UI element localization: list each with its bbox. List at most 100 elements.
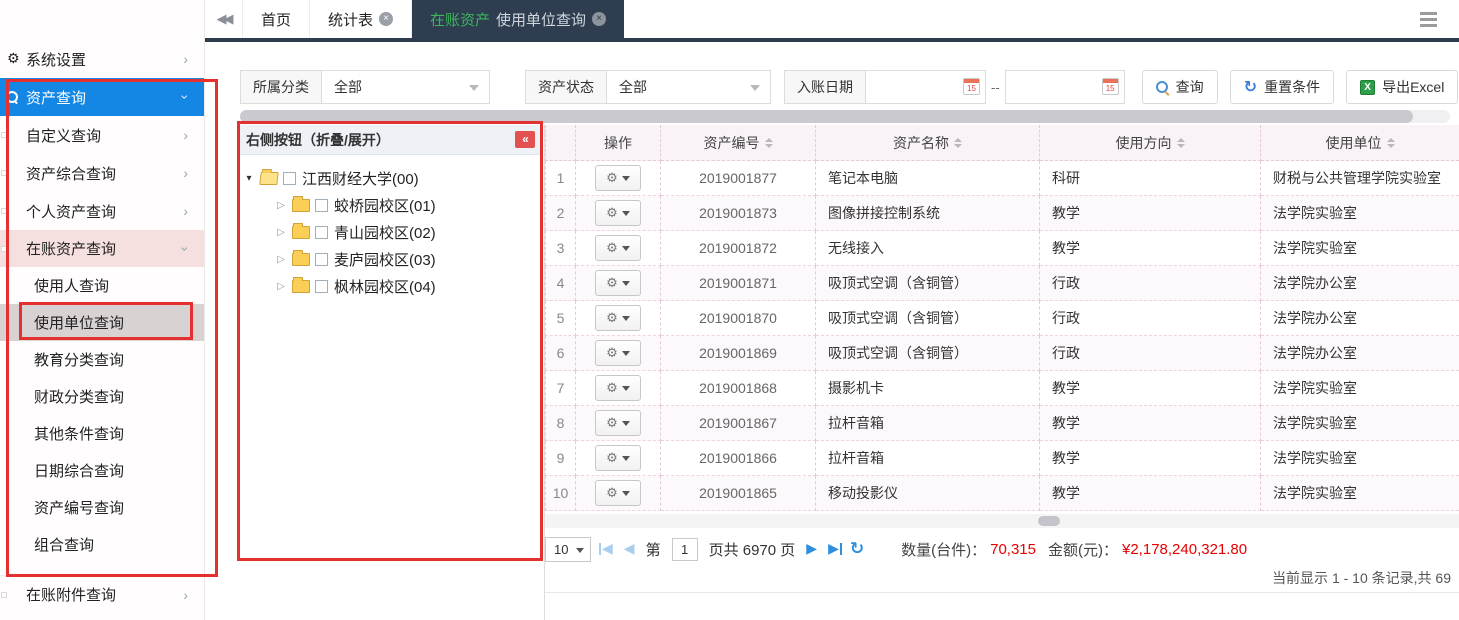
row-index: 6 bbox=[545, 336, 576, 371]
use-direction-cell: 教学 bbox=[1040, 231, 1261, 266]
page-size-select[interactable]: 10 bbox=[545, 537, 591, 562]
prev-page-icon[interactable]: ◀ bbox=[624, 542, 635, 556]
chevron-down-icon bbox=[622, 316, 630, 321]
rail-dot-icon bbox=[1, 592, 7, 598]
header-asset-code[interactable]: 资产编号 bbox=[661, 125, 816, 161]
row-actions-button[interactable]: ⚙ bbox=[595, 305, 641, 331]
table-row[interactable]: 2 ⚙ 2019001873 图像拼接控制系统 教学 法学院实验室 bbox=[545, 196, 1459, 231]
sort-icon[interactable] bbox=[1387, 138, 1395, 148]
header-use-unit[interactable]: 使用单位 bbox=[1261, 125, 1459, 161]
sort-icon[interactable] bbox=[954, 138, 962, 148]
use-direction-cell: 行政 bbox=[1040, 301, 1261, 336]
tabs-collapse-icon[interactable]: ◀◀ bbox=[205, 0, 243, 38]
first-page-icon[interactable]: ◀ bbox=[602, 542, 613, 556]
tab-label: 首页 bbox=[261, 9, 291, 30]
page-label-suffix: 页共 6970 页 bbox=[709, 539, 796, 560]
table-body: 1 ⚙ 2019001877 笔记本电脑 科研 财税与公共管理学院实验室 2 ⚙… bbox=[545, 161, 1459, 511]
table-scrollbar-thumb[interactable] bbox=[1038, 516, 1060, 526]
chevron-down-icon bbox=[622, 246, 630, 251]
excel-icon: X bbox=[1360, 80, 1375, 95]
calendar-icon[interactable]: 15 bbox=[963, 78, 980, 95]
asset-name-cell: 拉杆音箱 bbox=[816, 406, 1040, 441]
close-icon[interactable]: × bbox=[379, 12, 393, 26]
table-row[interactable]: 3 ⚙ 2019001872 无线接入 教学 法学院实验室 bbox=[545, 231, 1459, 266]
row-operation-cell: ⚙ bbox=[576, 196, 661, 231]
calendar-icon[interactable]: 15 bbox=[1102, 78, 1119, 95]
row-actions-button[interactable]: ⚙ bbox=[595, 445, 641, 471]
row-index: 10 bbox=[545, 476, 576, 511]
footer-divider bbox=[545, 592, 1459, 593]
table-row[interactable]: 1 ⚙ 2019001877 笔记本电脑 科研 财税与公共管理学院实验室 bbox=[545, 161, 1459, 196]
row-actions-button[interactable]: ⚙ bbox=[595, 165, 641, 191]
table-row[interactable]: 9 ⚙ 2019001866 拉杆音箱 教学 法学院实验室 bbox=[545, 441, 1459, 476]
header-asset-name[interactable]: 资产名称 bbox=[816, 125, 1040, 161]
chevron-down-icon bbox=[622, 351, 630, 356]
use-direction-cell: 科研 bbox=[1040, 161, 1261, 196]
gear-icon: ⚙ bbox=[606, 346, 618, 361]
row-operation-cell: ⚙ bbox=[576, 371, 661, 406]
chevron-down-icon bbox=[622, 456, 630, 461]
chevron-down-icon bbox=[622, 386, 630, 391]
gear-icon: ⚙ bbox=[606, 206, 618, 221]
row-index: 3 bbox=[545, 231, 576, 266]
date-end-input[interactable]: 15 bbox=[1005, 70, 1125, 104]
tab-label: 使用单位查询 bbox=[496, 9, 586, 30]
page-number-input[interactable]: 1 bbox=[672, 538, 698, 561]
sort-icon[interactable] bbox=[765, 138, 773, 148]
table-row[interactable]: 4 ⚙ 2019001871 吸顶式空调（含铜管） 行政 法学院办公室 bbox=[545, 266, 1459, 301]
annotation-box-unit-query-item bbox=[19, 302, 193, 340]
use-direction-cell: 教学 bbox=[1040, 406, 1261, 441]
row-actions-button[interactable]: ⚙ bbox=[595, 340, 641, 366]
sidebar-item-onbook-attachment-query[interactable]: 在账附件查询 › bbox=[0, 575, 204, 613]
row-actions-button[interactable]: ⚙ bbox=[595, 375, 641, 401]
next-page-icon[interactable]: ▶ bbox=[806, 542, 817, 556]
gear-icon: ⚙ bbox=[606, 416, 618, 431]
count-label: 数量(台件)： bbox=[901, 539, 986, 560]
gear-icon: ⚙ bbox=[606, 311, 618, 326]
last-page-icon[interactable]: ▶ bbox=[828, 542, 839, 556]
chevron-down-icon bbox=[622, 421, 630, 426]
menu-icon[interactable] bbox=[1420, 12, 1437, 27]
table-row[interactable]: 7 ⚙ 2019001868 摄影机卡 教学 法学院实验室 bbox=[545, 371, 1459, 406]
table-row[interactable]: 10 ⚙ 2019001865 移动投影仪 教学 法学院实验室 bbox=[545, 476, 1459, 511]
table-row[interactable]: 6 ⚙ 2019001869 吸顶式空调（含铜管） 行政 法学院办公室 bbox=[545, 336, 1459, 371]
row-actions-button[interactable]: ⚙ bbox=[595, 410, 641, 436]
row-actions-button[interactable]: ⚙ bbox=[595, 200, 641, 226]
table-row[interactable]: 8 ⚙ 2019001867 拉杆音箱 教学 法学院实验室 bbox=[545, 406, 1459, 441]
row-index: 8 bbox=[545, 406, 576, 441]
asset-name-cell: 吸顶式空调（含铜管） bbox=[816, 336, 1040, 371]
category-value: 全部 bbox=[334, 77, 362, 97]
annotation-box-tree-panel bbox=[237, 121, 543, 561]
category-select[interactable]: 全部 bbox=[322, 70, 490, 104]
pagination-bar: 10 ◀ ◀ 第 1 页共 6970 页 ▶ ▶ ↻ 数量(台件)： 70,31… bbox=[545, 532, 1459, 566]
filter-bar: 所属分类 全部 资产状态 全部 入账日期 15 -- 15 bbox=[205, 70, 1458, 104]
amount-label: 金额(元)： bbox=[1048, 539, 1118, 560]
row-index: 4 bbox=[545, 266, 576, 301]
tab-home[interactable]: 首页 bbox=[243, 0, 310, 38]
asset-code-cell: 2019001866 bbox=[661, 441, 816, 476]
status-select[interactable]: 全部 bbox=[607, 70, 771, 104]
date-start-input[interactable]: 15 bbox=[866, 70, 986, 104]
close-icon[interactable]: × bbox=[592, 12, 606, 26]
table-row[interactable]: 5 ⚙ 2019001870 吸顶式空调（含铜管） 行政 法学院办公室 bbox=[545, 301, 1459, 336]
row-actions-button[interactable]: ⚙ bbox=[595, 235, 641, 261]
tab-onbook-unit-query[interactable]: 在账资产 使用单位查询 × bbox=[412, 0, 624, 38]
reset-button[interactable]: ↻ 重置条件 bbox=[1230, 70, 1334, 104]
row-index: 5 bbox=[545, 301, 576, 336]
gear-icon: ⚙ bbox=[606, 171, 618, 186]
header-use-direction[interactable]: 使用方向 bbox=[1040, 125, 1261, 161]
table-scrollbar-track[interactable] bbox=[545, 514, 1459, 528]
export-excel-button[interactable]: X 导出Excel bbox=[1346, 70, 1458, 104]
sort-icon[interactable] bbox=[1177, 138, 1185, 148]
row-actions-button[interactable]: ⚙ bbox=[595, 270, 641, 296]
asset-name-cell: 移动投影仪 bbox=[816, 476, 1040, 511]
sidebar-item-system-settings[interactable]: ⚙ 系统设置 › bbox=[0, 40, 204, 78]
reload-icon[interactable]: ↻ bbox=[850, 541, 864, 558]
tab-label-highlight: 在账资产 bbox=[430, 9, 490, 30]
use-direction-cell: 教学 bbox=[1040, 196, 1261, 231]
row-operation-cell: ⚙ bbox=[576, 301, 661, 336]
row-actions-button[interactable]: ⚙ bbox=[595, 480, 641, 506]
tab-stats[interactable]: 统计表 × bbox=[310, 0, 412, 38]
gear-icon: ⚙ bbox=[606, 276, 618, 291]
query-button[interactable]: 查询 bbox=[1142, 70, 1218, 104]
